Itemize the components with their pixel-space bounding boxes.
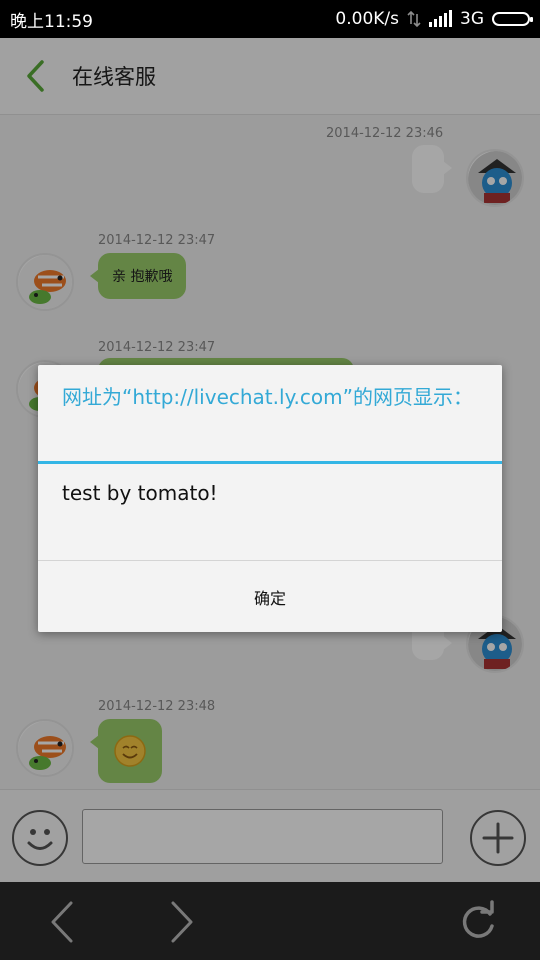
battery-icon (492, 12, 533, 26)
dialog-title: 网址为“http://livechat.ly.com”的网页显示： (62, 385, 473, 409)
alert-dialog: 网址为“http://livechat.ly.com”的网页显示： test b… (38, 365, 502, 632)
dialog-divider (38, 461, 502, 464)
dialog-ok-button[interactable]: 确定 (38, 561, 502, 632)
status-bar: 晚上11:59 0.00K/s 3G (0, 0, 540, 38)
status-network: 3G (460, 9, 484, 29)
data-arrows-icon (407, 10, 421, 28)
dialog-message: test by tomato! (62, 481, 218, 505)
signal-icon (429, 10, 452, 27)
status-net-speed: 0.00K/s (335, 9, 399, 29)
status-time: 晚上11:59 (10, 11, 93, 32)
